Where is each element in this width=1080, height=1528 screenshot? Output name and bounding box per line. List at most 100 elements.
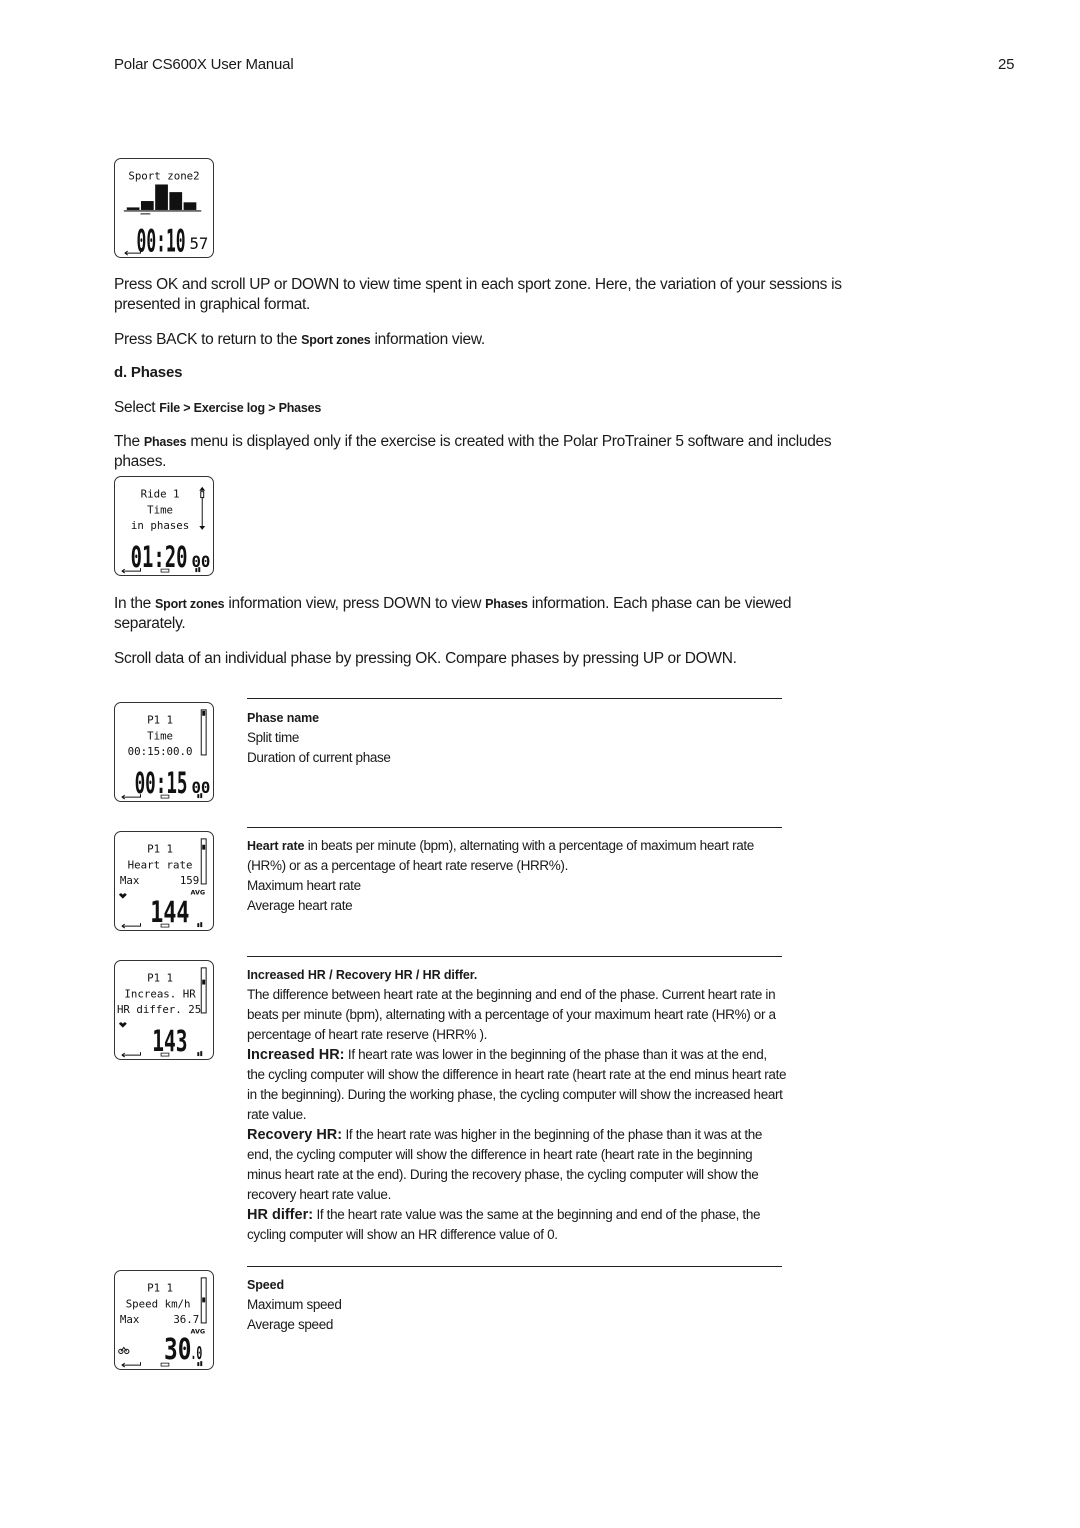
row-line: Maximum heart rate [247, 878, 361, 893]
ui-term-phases: Phases [143, 435, 187, 449]
avg-badge: AVG [190, 1328, 205, 1336]
scroll-arrow-icon [199, 486, 206, 530]
text: If the heart rate value was the same at … [247, 1207, 761, 1242]
menu-path: File > Exercise log > Phases [159, 401, 322, 415]
row-line: Duration of current phase [247, 750, 391, 765]
paragraph-scroll-data: Scroll data of an individual phase by pr… [114, 650, 737, 667]
row-line: Maximum speed [247, 1297, 342, 1312]
histogram-bar [140, 201, 154, 210]
lcd-line2: Time [147, 503, 173, 516]
row-title: Phase name [247, 711, 319, 725]
scroll-bar [200, 967, 207, 1014]
scroll-thumb [202, 1297, 206, 1303]
text: In the [114, 595, 155, 612]
lcd-line3: HR differ. 25 [117, 1003, 201, 1016]
device-screen-sport-zone: Sport zone2 00:10 57 [114, 158, 214, 258]
histogram-bar [155, 184, 168, 210]
histogram-bar [183, 202, 197, 210]
text: information view. [370, 331, 486, 348]
device-screen-phase-increased-hr: P1 1 Increas. HR HR differ. 25 143 [114, 960, 214, 1060]
table-rule [247, 827, 782, 828]
avg-badge: AVG [190, 889, 205, 897]
histogram-bar [126, 207, 140, 210]
bike-icon [118, 1346, 130, 1355]
row-title: Increased HR / Recovery HR / HR differ. [247, 968, 478, 982]
paragraph-sport-zone-view: Press OK and scroll UP or DOWN to view t… [114, 276, 842, 313]
paragraph-phases-menu: The Phases menu is displayed only if the… [114, 432, 854, 472]
lcd-big-hr: 143 [152, 1024, 187, 1058]
table-cell-phase-name: Phase name Split time Duration of curren… [247, 708, 787, 768]
bars-icon [197, 1051, 203, 1057]
table-rule [247, 1266, 782, 1267]
section-heading-phases: d. Phases [114, 364, 183, 381]
table-rule [247, 698, 782, 699]
back-arrow-icon [121, 1052, 141, 1058]
lcd-line3: in phases [131, 519, 189, 532]
row-title: Heart rate [247, 839, 305, 853]
text: menu is displayed only if the exercise i… [114, 433, 832, 470]
lcd-line3-value: 36.7 [173, 1313, 199, 1326]
lcd-line1: P1 1 [147, 843, 173, 856]
paragraph-back: Press BACK to return to the Sport zones … [114, 330, 854, 350]
lcd-line3-label: Max [120, 1313, 140, 1326]
scroll-thumb [202, 710, 206, 716]
lcd-line3-value: 159 [180, 874, 199, 887]
hr-differ-description: HR differ: If the heart rate value was t… [247, 1205, 787, 1245]
bars-icon [197, 922, 203, 928]
term-label: HR differ: [247, 1207, 314, 1223]
lcd-title: Sport zone2 [128, 170, 199, 183]
device-screen-phase-time: P1 1 Time 00:15:00.0 00:15 00 [114, 702, 214, 802]
lcd-line2: Heart rate [128, 858, 193, 871]
table-cell-speed: Speed Maximum speed Average speed [247, 1275, 787, 1335]
text: The [114, 433, 144, 450]
lcd-line1: P1 1 [147, 972, 173, 985]
scroll-thumb [202, 844, 206, 850]
back-arrow-icon [121, 923, 141, 929]
ui-term-phases: Phases [485, 597, 528, 611]
lcd-line2: Increas. HR [124, 987, 196, 1000]
lcd-line3-label: Max [120, 874, 140, 887]
paragraph-select-path: Select File > Exercise log > Phases [114, 398, 854, 418]
lcd-line2: Time [147, 729, 173, 742]
table-cell-heart-rate: Heart rate in beats per minute (bpm), al… [247, 836, 787, 916]
device-screen-phase-speed: P1 1 Speed km/h Max 36.7 30 .0 AVG [114, 1270, 214, 1370]
ui-term-sport-zones: Sport zones [301, 333, 371, 347]
scroll-bar [200, 709, 207, 756]
recovery-hr-description: Recovery HR: If the heart rate was highe… [247, 1125, 787, 1205]
lcd-line1: P1 1 [147, 1282, 173, 1295]
heart-icon [118, 893, 127, 899]
document-title: Polar CS600X User Manual [114, 56, 294, 73]
lcd-small-seconds: 00 [191, 552, 210, 571]
text: Press BACK to return to the [114, 331, 302, 348]
lcd-big-time: 01:20 [131, 540, 188, 574]
text: Select [114, 399, 160, 416]
heart-icon [118, 1022, 127, 1028]
page-number: 25 [998, 56, 1015, 73]
lcd-big-hr: 144 [150, 895, 189, 929]
row-line: Split time [247, 730, 300, 745]
increased-hr-description: Increased HR: If heart rate was lower in… [247, 1045, 787, 1125]
table-rule [247, 956, 782, 957]
histogram-bar [169, 192, 183, 210]
table-cell-increased-hr: Increased HR / Recovery HR / HR differ. … [247, 965, 787, 1245]
term-label: Recovery HR: [247, 1127, 343, 1143]
sport-zone-histogram [126, 184, 197, 210]
text: information view, press DOWN to view [224, 595, 486, 612]
lcd-line2: Speed km/h [126, 1297, 191, 1310]
lcd-line1: P1 1 [147, 714, 173, 727]
lcd-big-speed: 30 [164, 1332, 191, 1366]
ui-term-sport-zones: Sport zones [155, 597, 225, 611]
row-title: Speed [247, 1278, 285, 1292]
lcd-small-seconds: 57 [189, 234, 208, 253]
row-description: in beats per minute (bpm), alternating w… [247, 838, 754, 873]
paragraph-phases-info: In the Sport zones information view, pre… [114, 594, 854, 634]
lcd-big-time: 00:10 [137, 224, 186, 257]
back-arrow-icon [121, 1362, 141, 1368]
row-line: Average speed [247, 1317, 334, 1332]
row-description: The difference between heart rate at the… [247, 987, 776, 1042]
device-screen-phase-hr: P1 1 Heart rate Max 159 144 AVG [114, 831, 214, 931]
lcd-line1: Ride 1 [141, 488, 180, 501]
term-label: Increased HR: [247, 1047, 345, 1063]
row-line: Average heart rate [247, 898, 353, 913]
scroll-thumb [202, 979, 206, 985]
